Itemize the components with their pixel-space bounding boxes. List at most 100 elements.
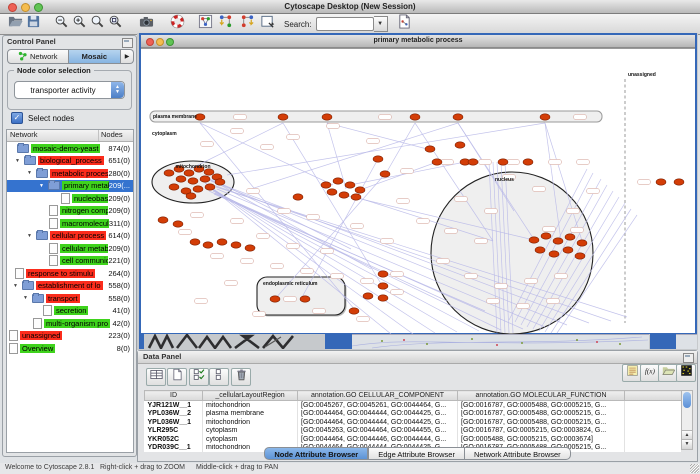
import-network-button[interactable] — [396, 16, 414, 33]
table-cell[interactable]: YLR295C — [145, 427, 203, 436]
expand-arrow-icon[interactable]: ▼ — [13, 283, 22, 289]
expand-arrow-icon[interactable]: ▼ — [27, 170, 36, 176]
close-window-icon[interactable] — [8, 3, 17, 12]
network-node[interactable] — [529, 237, 539, 243]
zoom-frame-icon[interactable] — [166, 38, 174, 46]
network-node[interactable] — [425, 146, 435, 152]
network-tree-row[interactable]: cellular metabol209(0) — [7, 242, 133, 255]
table-row[interactable]: YPL036W__2plasma membrane[GO:0044464, GO… — [145, 410, 682, 419]
network-node[interactable] — [293, 194, 303, 200]
table-cell[interactable]: cytoplasm — [203, 435, 298, 444]
network-node[interactable] — [378, 283, 388, 289]
table-row[interactable]: YKR052Ccytoplasm[GO:0044464, GO:0044446,… — [145, 435, 682, 444]
import-attributes-button[interactable] — [658, 364, 678, 382]
select-nodes-checkbox[interactable]: ✓ — [11, 112, 23, 124]
combo-stepper-icon[interactable]: ▲▼ — [111, 82, 124, 98]
network-tree-row[interactable]: ▼biological_process651(0) — [7, 155, 133, 168]
table-cell[interactable]: mitochondrion — [203, 401, 298, 410]
background-frame-titlebar[interactable] — [325, 334, 352, 349]
network-node[interactable] — [327, 189, 337, 195]
table-column-header[interactable]: ID — [145, 391, 203, 401]
network-node[interactable] — [190, 239, 200, 245]
tab-node-attribute-browser[interactable]: Node Attribute Browser — [264, 447, 368, 460]
table-cell[interactable]: [GO:0044464, GO:0044444, GO:0044425, G..… — [298, 410, 458, 419]
network-node[interactable] — [453, 114, 463, 120]
attribute-table-button[interactable] — [146, 368, 166, 386]
network-node[interactable] — [278, 114, 288, 120]
network-tree-row[interactable]: secretion41(0) — [7, 305, 133, 318]
network-node[interactable] — [193, 186, 203, 192]
network-node[interactable] — [553, 238, 563, 244]
unselect-attributes-button[interactable] — [209, 368, 229, 386]
zoom-in-button[interactable] — [70, 16, 88, 33]
network-node[interactable] — [205, 184, 215, 190]
table-row[interactable]: YJR121W__1mitochondrion[GO:0045267, GO:0… — [145, 401, 682, 410]
network-tree-row[interactable]: multi-organism pro42(0) — [7, 317, 133, 330]
tab-overflow-button[interactable]: ▶ — [121, 49, 134, 64]
network-node[interactable] — [549, 251, 559, 257]
expand-arrow-icon[interactable]: ▼ — [39, 183, 48, 189]
network-tree-row[interactable]: nitrogen compo209(0) — [7, 205, 133, 218]
zoom-fit-button[interactable] — [88, 16, 106, 33]
network-node[interactable] — [349, 308, 359, 314]
network-node[interactable] — [300, 296, 310, 302]
table-row[interactable]: YPL036W__1mitochondrion[GO:0044464, GO:0… — [145, 418, 682, 427]
network-node[interactable] — [541, 233, 551, 239]
table-cell[interactable]: YPL036W__2 — [145, 410, 203, 419]
table-cell[interactable]: plasma membrane — [203, 410, 298, 419]
network-tree-row[interactable]: ▼cellular process614(0) — [7, 230, 133, 243]
background-frame-titlebar[interactable] — [650, 334, 676, 349]
table-cell[interactable]: [GO:0045263, GO:0044464, GO:0044455, G..… — [298, 427, 458, 436]
network-node[interactable] — [674, 179, 684, 185]
zoom-window-icon[interactable] — [34, 3, 43, 12]
layout-b-button[interactable] — [236, 16, 258, 33]
table-cell[interactable]: YKR052C — [145, 435, 203, 444]
close-frame-icon[interactable] — [146, 38, 154, 46]
network-tree-row[interactable]: response to stimulu264(0) — [7, 267, 133, 280]
network-tree-row[interactable]: macromolecule311(0) — [7, 217, 133, 230]
network-node[interactable] — [270, 296, 280, 302]
network-node[interactable] — [380, 171, 390, 177]
network-canvas[interactable]: plasma membranecytoplasmmitochondrionnuc… — [141, 48, 695, 333]
network-node[interactable] — [378, 295, 388, 301]
matrix-view-button[interactable] — [676, 364, 696, 382]
select-attributes-button[interactable] — [189, 368, 209, 386]
table-cell[interactable]: [GO:0016787, GO:0005488, GO:0005215, G..… — [458, 401, 625, 410]
table-column-header[interactable]: annotation.GO MOLECULAR_FUNCTION — [458, 391, 625, 401]
network-node[interactable] — [188, 178, 198, 184]
network-node[interactable] — [540, 114, 550, 120]
network-node[interactable] — [217, 239, 227, 245]
network-node[interactable] — [164, 170, 174, 176]
save-session-button[interactable] — [24, 16, 42, 33]
network-node[interactable] — [523, 159, 533, 165]
table-cell[interactable]: [GO:0044464, GO:0044446, GO:0044444, G..… — [298, 435, 458, 444]
network-node[interactable] — [656, 179, 666, 185]
table-row[interactable]: YLR295Ccytoplasm[GO:0045263, GO:0044464,… — [145, 427, 682, 436]
network-tree-row[interactable]: mosaic-demo-yeast874(0) — [7, 142, 133, 155]
network-overview-button[interactable] — [196, 16, 214, 33]
tab-network[interactable]: Network — [7, 49, 69, 64]
network-node[interactable] — [158, 217, 168, 223]
network-node[interactable] — [186, 193, 196, 199]
network-node[interactable] — [373, 156, 383, 162]
table-column-header[interactable]: _cellularLayoutRegion — [203, 391, 298, 401]
search-input[interactable] — [316, 17, 374, 31]
layout-a-button[interactable] — [214, 16, 236, 33]
table-cell[interactable]: [GO:0045267, GO:0045261, GO:0044464, G..… — [298, 401, 458, 410]
tab-mosaic[interactable]: Mosaic — [69, 49, 122, 64]
minimize-window-icon[interactable] — [21, 3, 30, 12]
network-node[interactable] — [498, 159, 508, 165]
network-node[interactable] — [184, 170, 194, 176]
network-tree-row[interactable]: cell communicat221(0) — [7, 255, 133, 268]
table-cell[interactable]: [GO:0005488, GO:0005215, GO:0003674] — [458, 435, 625, 444]
network-node[interactable] — [333, 178, 343, 184]
network-node[interactable] — [432, 159, 442, 165]
network-tree-row[interactable]: unassigned223(0) — [7, 330, 133, 343]
expand-arrow-icon[interactable]: ▼ — [27, 233, 36, 239]
open-session-button[interactable] — [6, 16, 24, 33]
network-tree-row[interactable]: Overview8(0) — [7, 342, 133, 355]
network-node[interactable] — [176, 176, 186, 182]
table-cell[interactable]: mitochondrion — [203, 418, 298, 427]
table-cell[interactable]: [GO:0016787, GO:0005215, GO:0003824, G..… — [458, 427, 625, 436]
network-view-frame[interactable]: primary metabolic process plasma membran… — [139, 33, 697, 334]
